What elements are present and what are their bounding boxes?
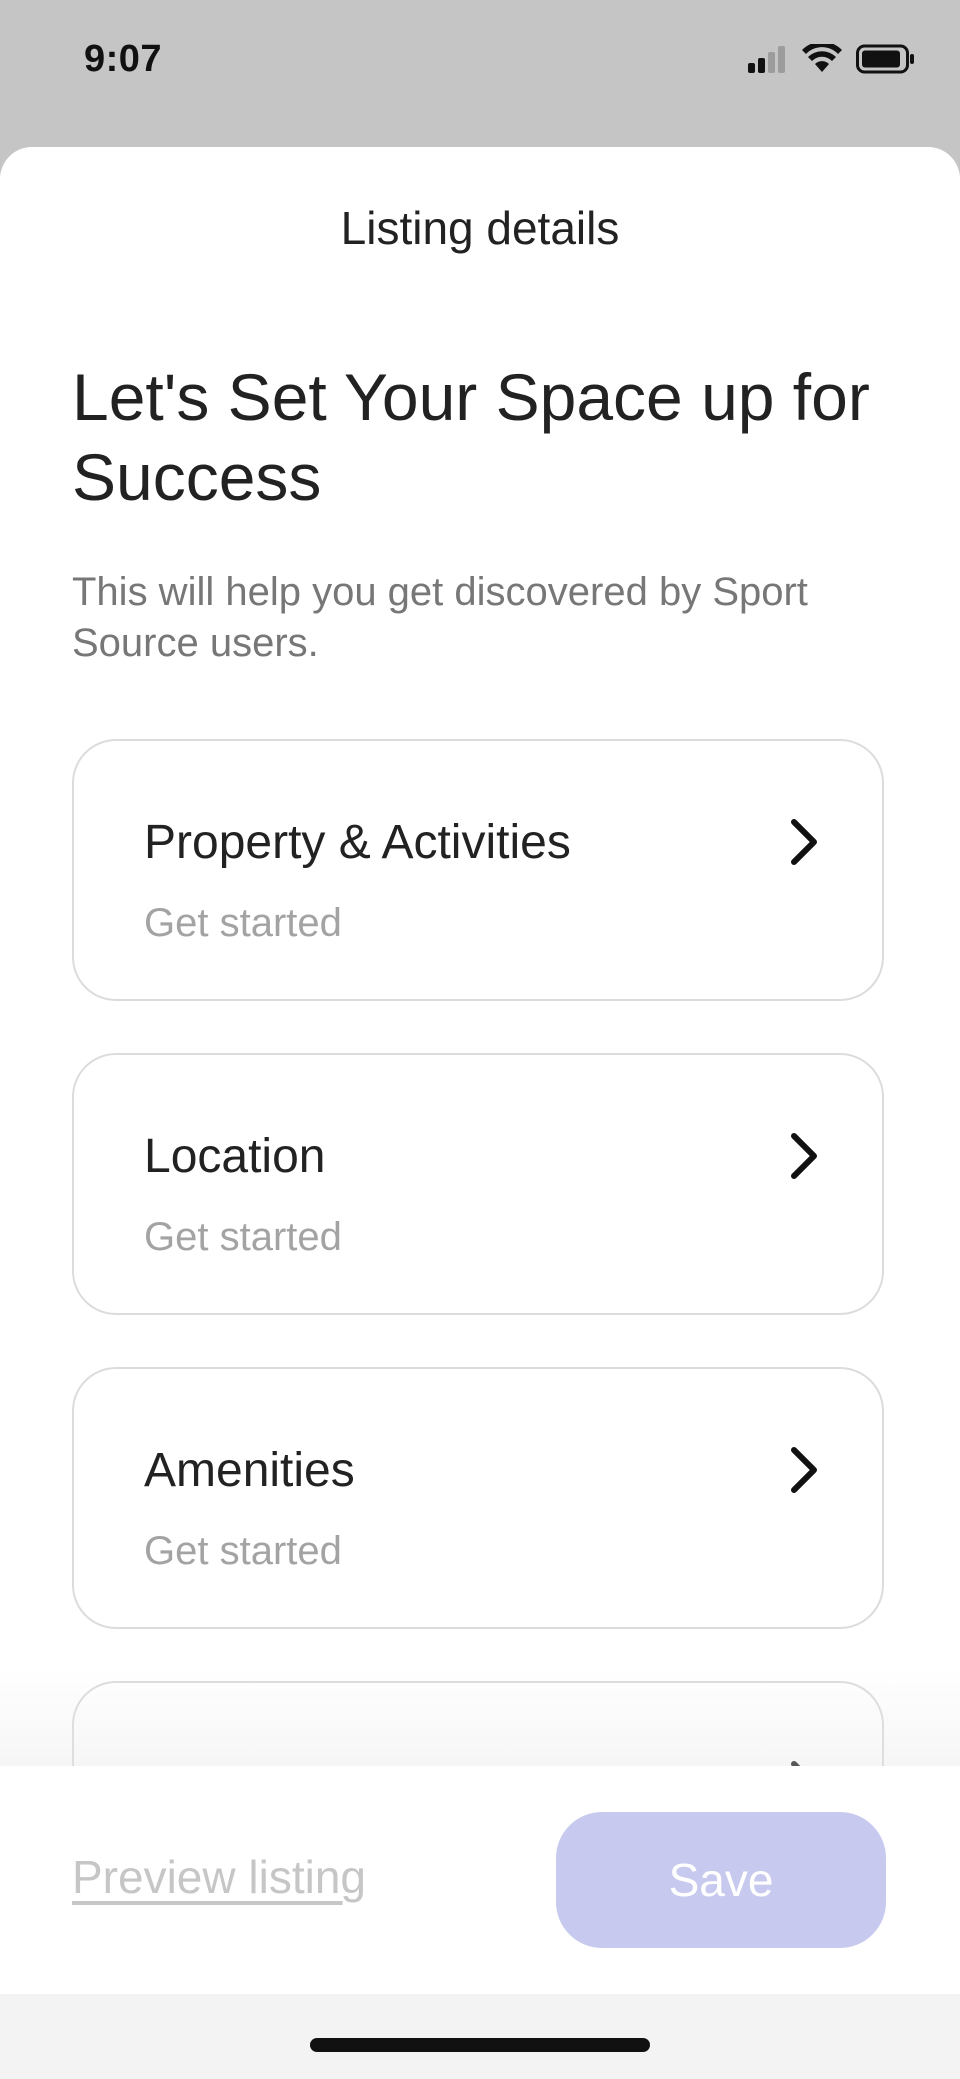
chevron-right-icon: [788, 817, 820, 872]
section-card-title: Location: [144, 1130, 326, 1183]
chevron-right-icon: [788, 1131, 820, 1186]
section-card-amenities[interactable]: Amenities Get started: [72, 1367, 884, 1629]
section-card-status: Get started: [144, 1215, 342, 1259]
footer-bar: Preview listing Save: [0, 1766, 960, 1994]
battery-icon: [856, 44, 916, 74]
chevron-right-icon: [788, 1445, 820, 1500]
section-card-location[interactable]: Location Get started: [72, 1053, 884, 1315]
page-subtitle: This will help you get discovered by Spo…: [72, 570, 808, 665]
preview-listing-link[interactable]: Preview listing: [72, 1850, 366, 1904]
section-card-title: Property & Activities: [144, 816, 571, 869]
status-time: 9:07: [84, 38, 163, 80]
section-card-property-activities[interactable]: Property & Activities Get started: [72, 739, 884, 1001]
sheet-title: Listing details: [340, 202, 620, 254]
home-indicator-area: [0, 1994, 960, 2079]
save-button[interactable]: Save: [556, 1812, 886, 1948]
section-card-status: Get started: [144, 1529, 342, 1573]
wifi-icon: [802, 44, 842, 74]
home-indicator[interactable]: [310, 2038, 650, 2052]
page-heading: Let's Set Your Space up for Success: [72, 360, 870, 514]
section-card-status: Get started: [144, 901, 342, 945]
section-card-title: Amenities: [144, 1444, 355, 1497]
status-bar: 9:07: [0, 0, 960, 140]
cellular-signal-icon: [748, 45, 788, 73]
status-icons: [748, 44, 916, 74]
